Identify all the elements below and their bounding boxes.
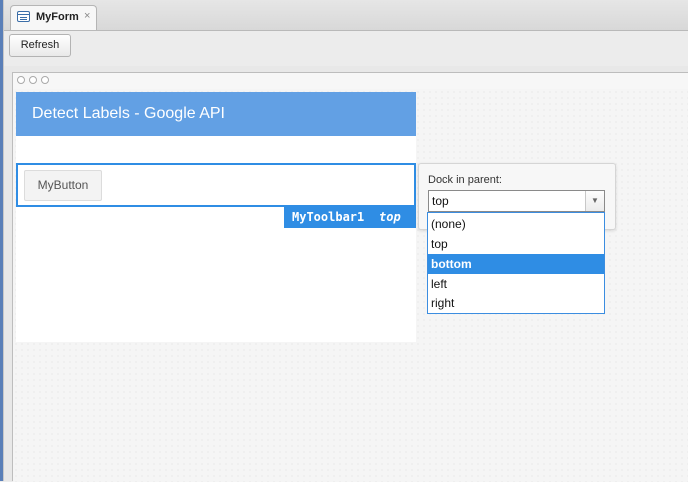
selection-dock-value: top [379, 210, 401, 224]
dock-option-left[interactable]: left [428, 274, 604, 294]
tab-myform[interactable]: MyForm × [10, 5, 97, 30]
dock-label: Dock in parent: [428, 174, 502, 186]
window-close-dot-icon[interactable] [17, 76, 25, 84]
designer-toolbar: Refresh [4, 31, 688, 66]
form-header[interactable]: Detect Labels - Google API [16, 92, 416, 136]
selection-name: MyToolbar1 [292, 210, 365, 224]
editor-tab-bar: MyForm × [4, 0, 688, 31]
window-titlebar [13, 73, 688, 90]
form-title: Detect Labels - Google API [32, 105, 225, 122]
mytoolbar-component[interactable]: MyButton [16, 163, 416, 207]
tab-title: MyForm [36, 11, 79, 23]
dropdown-button[interactable]: ▼ [585, 191, 604, 211]
dock-option-none[interactable]: (none) [428, 214, 604, 234]
form-icon [17, 11, 30, 22]
chevron-down-icon: ▼ [591, 196, 599, 205]
refresh-button[interactable]: Refresh [9, 34, 71, 57]
selection-label: MyToolbar1 top [284, 207, 416, 228]
window-maximize-dot-icon[interactable] [41, 76, 49, 84]
dock-options-list: (none) top bottom left right [427, 212, 605, 314]
close-icon[interactable]: × [84, 10, 90, 22]
dock-select-value: top [432, 194, 449, 208]
dock-select[interactable]: top ▼ [428, 190, 605, 212]
dock-option-right[interactable]: right [428, 293, 604, 313]
window-minimize-dot-icon[interactable] [29, 76, 37, 84]
my-button[interactable]: MyButton [24, 170, 102, 201]
dock-option-bottom[interactable]: bottom [428, 254, 604, 274]
dock-option-top[interactable]: top [428, 234, 604, 254]
